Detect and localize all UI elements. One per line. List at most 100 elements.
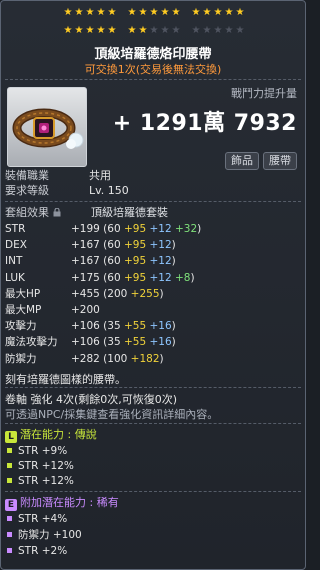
stat-row: STR +199 (60 +95 +12 +32) [5, 222, 201, 236]
legendary-grade-icon: L [5, 431, 17, 443]
star-filled-icon: ★ [213, 7, 223, 18]
job-value: 共用 [89, 169, 111, 182]
rare-grade-icon: E [5, 499, 17, 511]
star-filled-icon: ★ [138, 7, 148, 18]
divider [5, 387, 301, 388]
star-filled-icon: ★ [235, 7, 245, 18]
stat-name: INT [5, 255, 23, 268]
potential-line: STR +9% [7, 444, 67, 458]
set-effect-label: 套組效果 [5, 206, 49, 219]
job-label: 裝備職業 [5, 169, 49, 182]
stat-value: +282 (100 +182) [71, 352, 164, 365]
potential-header: L 潛在能力 : 傳說 [5, 428, 97, 443]
stat-value: +106 (35 +55 +16) [71, 320, 176, 333]
npc-hint: 可透過NPC/採集鍵查看強化資訊詳細內容。 [5, 408, 219, 421]
star-group: ★ ★ ★ ★ ★ [63, 25, 117, 37]
bullet-icon [7, 448, 12, 453]
stat-name: 攻擊力 [5, 320, 37, 333]
power-increase-label: 戰鬥力提升量 [231, 87, 297, 100]
stat-value: +199 (60 +95 +12 +32) [71, 223, 202, 235]
lock-icon [53, 208, 61, 217]
stat-row: 攻擊力 +106 (35 +55 +16) [5, 319, 176, 333]
star-empty-icon: ★ [160, 25, 170, 36]
set-effect-row: 套組效果 頂級培羅德套裝 [5, 204, 305, 220]
power-increase-value: + 1291萬 7932 [112, 111, 297, 136]
star-filled-icon: ★ [171, 7, 181, 18]
star-filled-icon: ★ [63, 25, 73, 36]
bullet-icon [7, 478, 12, 483]
stat-value: +200 [71, 304, 100, 316]
star-empty-icon: ★ [224, 25, 234, 36]
star-group: ★ ★ ★ ★ ★ [191, 25, 245, 37]
stat-name: 最大MP [5, 304, 42, 316]
bullet-icon [7, 463, 12, 468]
stat-value: +455 (200 +255) [71, 287, 164, 300]
star-filled-icon: ★ [127, 7, 137, 18]
divider [5, 423, 301, 424]
item-tooltip: ★ ★ ★ ★ ★ ★ ★ ★ ★ ★ ★ ★ ★ ★ ★ ★ ★ ★ ★ ★ ★ ★ ★ ★ ★ ★ ★ ★ ★ ★ 頂級培羅德烙印腰帶… [0, 0, 306, 570]
star-filled-icon: ★ [96, 25, 106, 36]
star-filled-icon: ★ [224, 7, 234, 18]
level-value: Lv. 150 [89, 184, 129, 197]
bullet-icon [7, 516, 12, 521]
stat-value: +167 (60 +95 +12) [71, 239, 176, 252]
stat-row: DEX +167 (60 +95 +12) [5, 238, 176, 252]
additional-potential-line: STR +2% [7, 544, 67, 558]
bullet-icon [7, 532, 12, 537]
stat-name: 魔法攻擊力 [5, 336, 58, 349]
star-filled-icon: ★ [138, 25, 148, 36]
star-filled-icon: ★ [63, 7, 73, 18]
star-row: ★ ★ ★ ★ ★ ★ ★ ★ ★ ★ ★ ★ ★ ★ ★ [63, 25, 245, 37]
additional-potential-line: STR +4% [7, 512, 67, 526]
star-filled-icon: ★ [160, 7, 170, 18]
star-row: ★ ★ ★ ★ ★ ★ ★ ★ ★ ★ ★ ★ ★ ★ ★ [63, 7, 245, 19]
stat-value: +167 (60 +95 +12) [71, 255, 176, 268]
stat-row: 最大HP +455 (200 +255) [5, 287, 164, 301]
star-empty-icon: ★ [171, 25, 181, 36]
star-filled-icon: ★ [96, 7, 106, 18]
item-icon-frame [7, 87, 87, 167]
trade-restriction: 可交換1次(交易後無法交換) [84, 63, 222, 76]
divider [5, 201, 301, 202]
star-empty-icon: ★ [235, 25, 245, 36]
star-empty-icon: ★ [191, 25, 201, 36]
stat-name: STR [5, 223, 26, 235]
stat-row: 魔法攻擊力 +106 (35 +55 +16) [5, 335, 176, 349]
level-row: 要求等級 Lv. 150 [5, 184, 129, 198]
potential-header-text: 潛在能力 : 傳說 [20, 428, 97, 441]
stat-name: 防禦力 [5, 352, 37, 365]
star-group: ★ ★ ★ ★ ★ [63, 7, 117, 19]
star-empty-icon: ★ [202, 25, 212, 36]
star-filled-icon: ★ [85, 7, 95, 18]
stat-value: +106 (35 +55 +16) [71, 336, 176, 349]
item-description: 刻有培羅德圖樣的腰帶。 [5, 373, 126, 386]
divider [5, 79, 301, 80]
additional-potential-header-text: 附加潛在能力 : 稀有 [20, 496, 119, 509]
star-filled-icon: ★ [202, 7, 212, 18]
level-label: 要求等級 [5, 184, 49, 197]
star-filled-icon: ★ [85, 25, 95, 36]
star-filled-icon: ★ [107, 7, 117, 18]
bullet-icon [7, 548, 12, 553]
stat-name: 最大HP [5, 287, 41, 300]
job-row: 裝備職業 共用 [5, 169, 111, 183]
category-badges: 飾品 腰帶 [225, 152, 297, 170]
belt-icon [12, 108, 84, 149]
star-group: ★ ★ ★ ★ ★ [191, 7, 245, 19]
item-title: 頂級培羅德烙印腰帶 [94, 47, 212, 62]
divider [5, 491, 301, 492]
potential-line: STR +12% [7, 459, 74, 473]
star-filled-icon: ★ [127, 25, 137, 36]
star-group: ★ ★ ★ ★ ★ [127, 25, 181, 37]
stat-row: 最大MP +200 [5, 303, 100, 317]
stat-name: DEX [5, 239, 27, 252]
star-filled-icon: ★ [107, 25, 117, 36]
stat-row: INT +167 (60 +95 +12) [5, 254, 176, 268]
category-badge-belt: 腰帶 [263, 152, 297, 170]
stat-row: LUK +175 (60 +95 +12 +8) [5, 271, 195, 285]
stat-row: 防禦力 +282 (100 +182) [5, 352, 164, 366]
category-badge-accessory: 飾品 [225, 152, 259, 170]
stat-name: LUK [5, 271, 25, 284]
star-group: ★ ★ ★ ★ ★ [127, 7, 181, 19]
star-filled-icon: ★ [149, 7, 159, 18]
